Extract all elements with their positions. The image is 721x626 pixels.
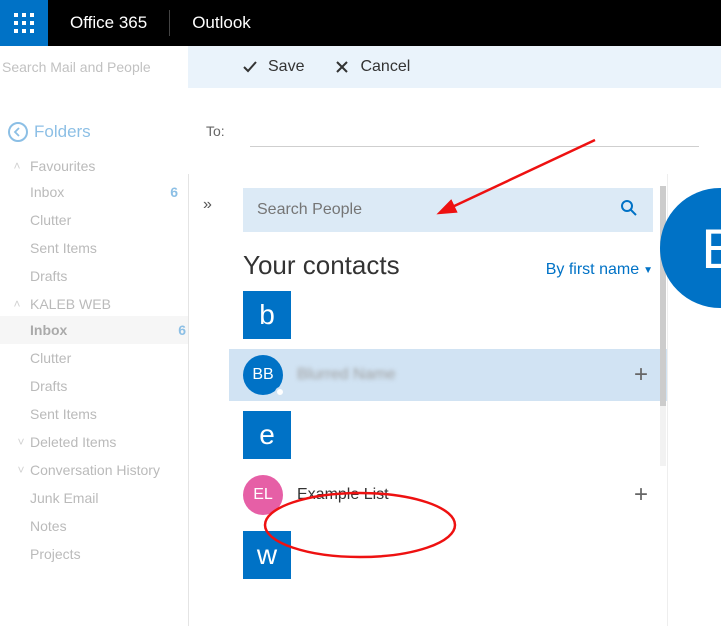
people-picker: » Your contacts By first name ▼ b BB Blu… xyxy=(188,174,668,626)
back-circle-icon xyxy=(8,122,28,142)
avatar: EL xyxy=(243,475,283,515)
save-button[interactable]: Save xyxy=(240,57,304,77)
sort-dropdown[interactable]: By first name ▼ xyxy=(546,261,653,279)
chevron-up-icon: ˄ xyxy=(10,159,24,173)
add-contact-button[interactable]: + xyxy=(629,361,653,389)
checkmark-icon xyxy=(240,57,260,77)
to-label: To: xyxy=(206,123,236,139)
avatar: BB xyxy=(243,355,283,395)
search-box[interactable] xyxy=(0,46,188,88)
cancel-label: Cancel xyxy=(360,58,410,76)
expand-button[interactable]: » xyxy=(203,196,212,214)
chevron-down-icon: ˅ xyxy=(14,463,28,477)
folder-convhist[interactable]: ˅Conversation History xyxy=(8,456,180,484)
folder-drafts[interactable]: Drafts xyxy=(8,262,180,290)
folder-clutter[interactable]: Clutter xyxy=(8,206,180,234)
presence-indicator xyxy=(275,387,285,397)
folders-heading[interactable]: Folders xyxy=(8,118,180,152)
folders-label: Folders xyxy=(34,122,91,142)
people-search-input[interactable] xyxy=(257,201,619,219)
brand-label[interactable]: Office 365 xyxy=(48,13,169,33)
group-favourites[interactable]: ˄ Favourites xyxy=(8,154,180,178)
folder-clutter-2[interactable]: Clutter xyxy=(8,344,180,372)
group-label: Favourites xyxy=(30,158,95,174)
people-search[interactable] xyxy=(243,188,653,232)
save-label: Save xyxy=(268,58,304,76)
group-kaleb[interactable]: ˄ KALEB WEB xyxy=(8,292,180,316)
folder-nav: Folders ˄ Favourites Inbox6 Clutter Sent… xyxy=(0,88,188,626)
cross-icon xyxy=(332,57,352,77)
folder-junk[interactable]: Junk Email xyxy=(8,484,180,512)
group-label: KALEB WEB xyxy=(30,296,111,312)
letter-tile-w[interactable]: w xyxy=(243,531,291,579)
contact-row[interactable]: EL Example List + xyxy=(243,469,653,521)
scroll-thumb[interactable] xyxy=(660,186,666,406)
folder-sent-2[interactable]: Sent Items xyxy=(8,400,180,428)
contact-row[interactable]: BB Blurred Name + xyxy=(229,349,667,401)
to-field[interactable] xyxy=(250,123,699,147)
chevron-down-icon: ˅ xyxy=(14,435,28,449)
folder-deleted[interactable]: ˅Deleted Items xyxy=(8,428,180,456)
cancel-button[interactable]: Cancel xyxy=(332,57,410,77)
letter-tile-e[interactable]: e xyxy=(243,411,291,459)
search-icon[interactable] xyxy=(619,198,639,223)
folder-inbox[interactable]: Inbox6 xyxy=(8,178,180,206)
contact-name: Example List xyxy=(297,486,629,504)
app-label[interactable]: Outlook xyxy=(170,13,273,33)
contact-name: Blurred Name xyxy=(297,366,629,384)
folder-sent[interactable]: Sent Items xyxy=(8,234,180,262)
search-input[interactable] xyxy=(2,59,180,75)
letter-tile-b[interactable]: b xyxy=(243,291,291,339)
folder-drafts-2[interactable]: Drafts xyxy=(8,372,180,400)
folder-projects[interactable]: Projects xyxy=(8,540,180,568)
app-launcher-icon[interactable] xyxy=(0,0,48,46)
folder-inbox-active[interactable]: Inbox6 xyxy=(0,316,188,344)
compose-toolbar: Save Cancel xyxy=(0,46,721,88)
add-contact-button[interactable]: + xyxy=(629,481,653,509)
contacts-title: Your contacts xyxy=(243,250,400,281)
folder-notes[interactable]: Notes xyxy=(8,512,180,540)
sort-label: By first name xyxy=(546,261,639,279)
chevron-up-icon: ˄ xyxy=(10,297,24,311)
chevron-down-icon: ▼ xyxy=(643,265,653,276)
global-header: Office 365 Outlook xyxy=(0,0,721,46)
